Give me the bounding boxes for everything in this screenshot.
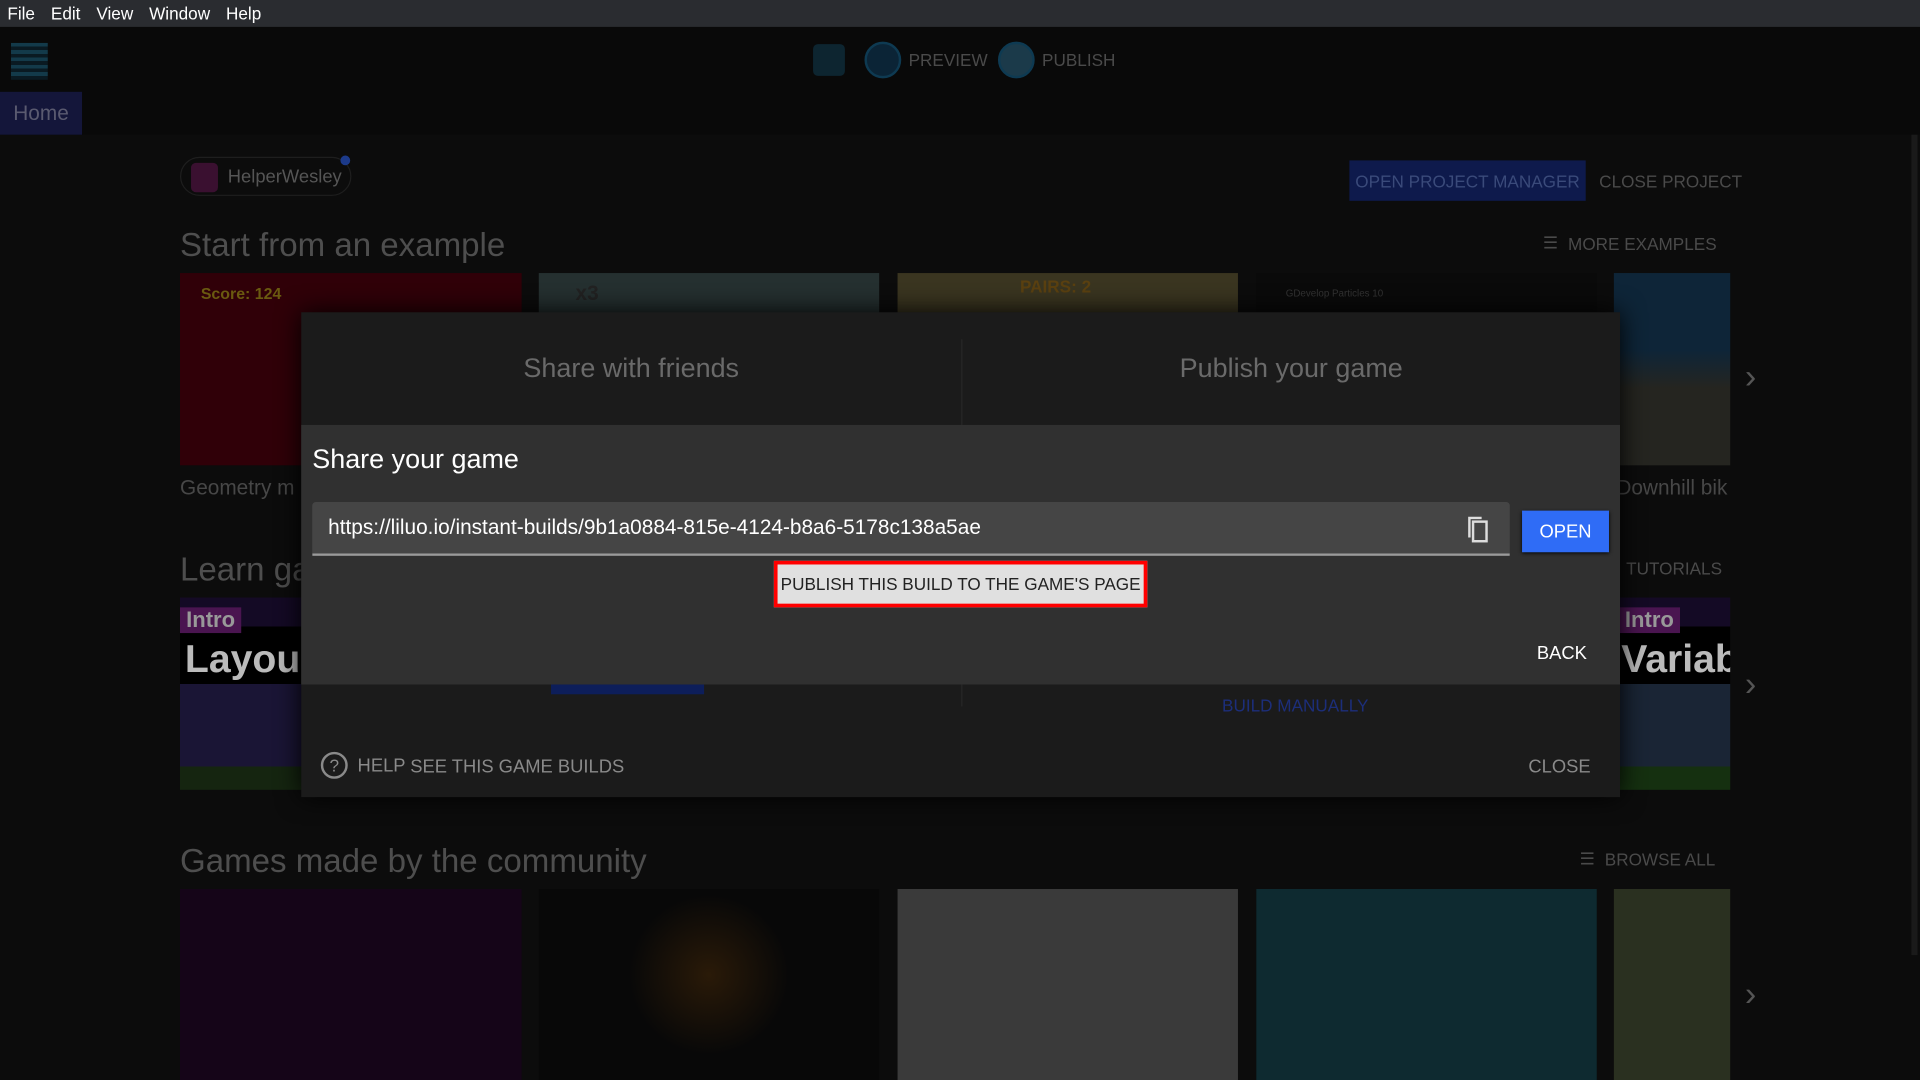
publish-dialog: Share with friends Publish your game BUI… <box>301 312 1621 798</box>
globe-icon <box>997 41 1035 79</box>
play-icon <box>864 41 902 79</box>
more-examples-label: MORE EXAMPLES <box>1568 233 1717 253</box>
user-name: HelperWesley <box>227 165 342 187</box>
community-title: Games made by the community <box>180 842 647 880</box>
scrollbar[interactable] <box>1911 134 1918 956</box>
browse-all-link[interactable]: ☰ BROWSE ALL <box>1580 849 1716 870</box>
help-button[interactable]: ? HELP <box>320 751 406 779</box>
debug-icon[interactable] <box>813 44 845 76</box>
community-card[interactable] <box>1256 888 1597 1080</box>
share-title: Share your game <box>312 443 519 474</box>
examples-title: Start from an example <box>180 226 506 264</box>
obscured-button <box>551 684 705 695</box>
help-label: HELP <box>357 754 406 776</box>
community-card[interactable] <box>1613 888 1731 1080</box>
community-card[interactable] <box>538 888 880 1080</box>
tab-publish-your-game[interactable]: Publish your game <box>962 312 1620 425</box>
community-card[interactable] <box>897 888 1238 1080</box>
share-panel: Share your game https://liluo.io/instant… <box>301 424 1621 685</box>
preview-label: PREVIEW <box>908 50 988 70</box>
chevron-right-icon[interactable]: › <box>1745 665 1756 704</box>
share-url: https://liluo.io/instant-builds/9b1a0884… <box>328 515 981 539</box>
menu-file[interactable]: File <box>7 4 35 24</box>
back-button[interactable]: BACK <box>1537 643 1587 664</box>
card-overlay: x3 <box>575 281 599 305</box>
open-project-manager-button[interactable]: OPEN PROJECT MANAGER <box>1349 160 1586 201</box>
open-button[interactable]: OPEN <box>1522 510 1609 553</box>
avatar <box>191 162 218 193</box>
menu-view[interactable]: View <box>96 4 133 24</box>
card-overlay: GDevelop Particles 10 <box>1285 287 1384 299</box>
publish-build-button[interactable]: PUBLISH THIS BUILD TO THE GAME'S PAGE <box>773 560 1148 608</box>
community-card[interactable] <box>180 888 522 1080</box>
help-icon: ? <box>320 751 348 779</box>
card-overlay: Variab <box>1621 636 1731 681</box>
publish-label: PUBLISH <box>1042 50 1116 70</box>
browse-all-label: BROWSE ALL <box>1604 849 1716 869</box>
card-badge: Intro <box>1618 607 1681 634</box>
list-icon: ☰ <box>1542 232 1559 253</box>
tab-share-with-friends[interactable]: Share with friends <box>301 312 961 425</box>
project-manager-icon[interactable] <box>11 42 48 80</box>
card-badge: Intro <box>180 607 242 634</box>
tab-home[interactable]: Home <box>0 91 83 135</box>
menu-edit[interactable]: Edit <box>51 4 81 24</box>
card-overlay: PAIRS: 2 <box>1020 276 1092 297</box>
preview-button[interactable]: PREVIEW <box>864 41 988 79</box>
close-button[interactable]: CLOSE <box>1528 757 1590 778</box>
example-card[interactable] <box>1613 273 1731 466</box>
notification-dot <box>340 155 351 166</box>
tutorial-card[interactable]: Intro Layou <box>180 597 303 790</box>
publish-button[interactable]: PUBLISH <box>997 41 1116 79</box>
see-builds-button[interactable]: SEE THIS GAME BUILDS <box>410 757 624 778</box>
card-overlay: Score: 124 <box>200 284 282 303</box>
copy-icon[interactable] <box>1463 514 1490 543</box>
tutorial-card[interactable]: Intro Variab <box>1613 597 1731 790</box>
card-label: Downhill bik <box>1616 476 1728 500</box>
close-project-button[interactable]: CLOSE PROJECT <box>1599 160 1742 200</box>
list-icon: ☰ <box>1579 848 1595 869</box>
card-label: Geometry m <box>180 476 295 500</box>
card-overlay: Layou <box>184 636 301 681</box>
chevron-right-icon[interactable]: › <box>1745 358 1756 397</box>
menu-window[interactable]: Window <box>149 4 210 24</box>
build-manually-link[interactable]: BUILD MANUALLY <box>1222 696 1368 716</box>
menu-help[interactable]: Help <box>226 4 261 24</box>
share-url-field[interactable]: https://liluo.io/instant-builds/9b1a0884… <box>312 502 1510 556</box>
chevron-right-icon[interactable]: › <box>1745 975 1756 1014</box>
learn-title: Learn ga <box>180 551 311 588</box>
tutorials-link[interactable]: TUTORIALS <box>1626 558 1722 578</box>
more-examples-link[interactable]: ☰ MORE EXAMPLES <box>1543 233 1717 254</box>
user-chip[interactable]: HelperWesley <box>180 155 352 196</box>
menu-bar: File Edit View Window Help <box>0 0 1920 27</box>
